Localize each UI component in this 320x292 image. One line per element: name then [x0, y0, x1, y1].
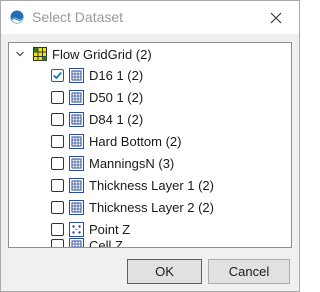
- app-logo-icon: [10, 10, 24, 24]
- close-icon: [270, 12, 282, 23]
- item-checkbox[interactable]: [51, 201, 64, 214]
- tree-root-node[interactable]: Flow GridGrid (2): [9, 46, 289, 64]
- dataset-icon: [69, 112, 84, 127]
- dataset-icon: [69, 156, 84, 171]
- tree-item-thickness-layer-2[interactable]: Thickness Layer 2 (2): [9, 199, 289, 217]
- item-checkbox[interactable]: [51, 91, 64, 104]
- tree-item-label: Thickness Layer 2 (2): [89, 200, 214, 215]
- tree-item-label: Hard Bottom (2): [89, 134, 182, 149]
- tree-root-label: Flow GridGrid (2): [52, 47, 152, 62]
- item-checkbox[interactable]: [51, 157, 64, 170]
- item-checkbox[interactable]: [51, 179, 64, 192]
- tree-item-manningsn[interactable]: ManningsN (3): [9, 155, 289, 173]
- dataset-icon: [69, 68, 84, 83]
- tree-item-d50[interactable]: D50 1 (2): [9, 89, 289, 107]
- tree-item-label: D84 1 (2): [89, 112, 144, 127]
- window-title: Select Dataset: [32, 9, 124, 25]
- cancel-button[interactable]: Cancel: [208, 259, 290, 284]
- tree-item-thickness-layer-1[interactable]: Thickness Layer 1 (2): [9, 177, 289, 195]
- dataset-icon: [69, 238, 84, 247]
- dataset-icon: [69, 200, 84, 215]
- item-checkbox[interactable]: [51, 239, 64, 247]
- close-button[interactable]: [253, 1, 299, 34]
- grid-icon: [33, 47, 47, 61]
- chevron-down-icon[interactable]: [15, 49, 25, 59]
- dataset-icon: [69, 178, 84, 193]
- tree-item-label: Cell Z: [89, 238, 123, 247]
- item-checkbox[interactable]: [51, 69, 64, 82]
- item-checkbox[interactable]: [51, 135, 64, 148]
- dataset-tree[interactable]: Flow GridGrid (2) D16 1 (2) D50 1 (2) D8…: [8, 42, 292, 248]
- item-checkbox[interactable]: [51, 223, 64, 236]
- tree-item-label: D16 1 (2): [89, 68, 144, 83]
- checkmark-icon: [53, 72, 62, 80]
- tree-item-cell-z[interactable]: Cell Z: [9, 237, 289, 247]
- tree-item-d84[interactable]: D84 1 (2): [9, 111, 289, 129]
- dataset-icon: [69, 90, 84, 105]
- tree-item-label: Point Z: [89, 222, 131, 237]
- ok-button[interactable]: OK: [127, 259, 202, 284]
- point-dataset-icon: [69, 222, 84, 237]
- tree-item-hard-bottom[interactable]: Hard Bottom (2): [9, 133, 289, 151]
- tree-item-label: D50 1 (2): [89, 90, 144, 105]
- title-bar: Select Dataset: [1, 1, 299, 34]
- select-dataset-dialog: Select Dataset Flow GridGrid (2) D16 1 (…: [0, 0, 300, 292]
- tree-item-label: ManningsN (3): [89, 156, 175, 171]
- tree-item-d16[interactable]: D16 1 (2): [9, 67, 289, 85]
- tree-item-label: Thickness Layer 1 (2): [89, 178, 214, 193]
- dataset-icon: [69, 134, 84, 149]
- item-checkbox[interactable]: [51, 113, 64, 126]
